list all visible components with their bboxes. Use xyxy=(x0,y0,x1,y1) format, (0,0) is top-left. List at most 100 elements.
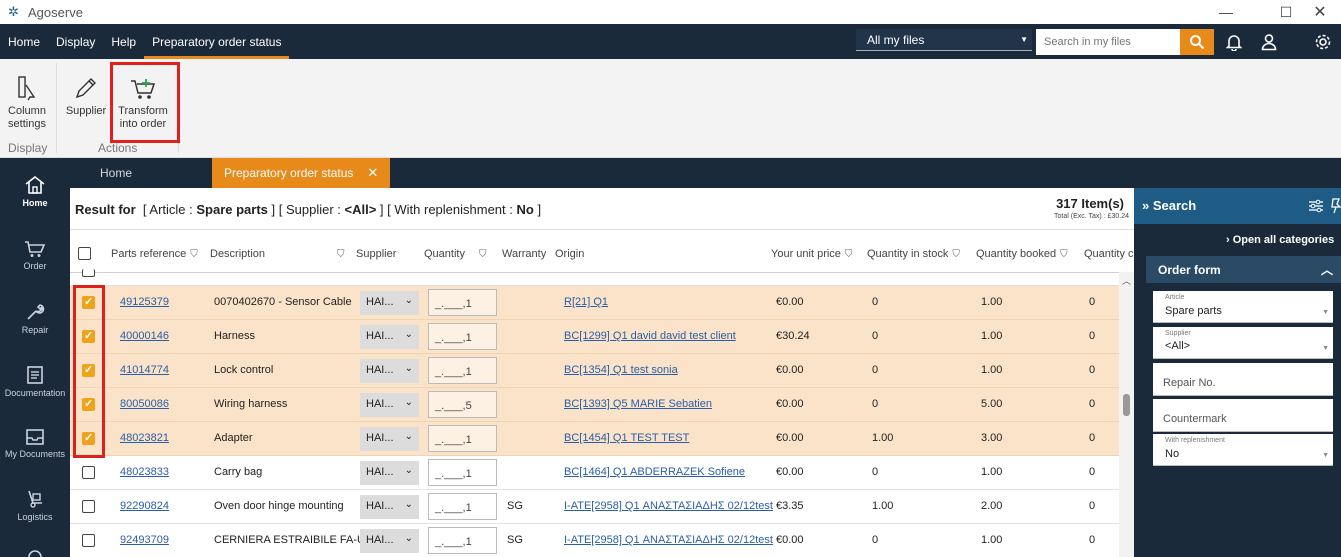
menu-help[interactable]: Help xyxy=(103,24,144,59)
order-form-section[interactable]: Order form ︿ xyxy=(1146,256,1341,283)
menu-home[interactable]: Home xyxy=(0,24,48,59)
search-button[interactable] xyxy=(1180,29,1214,55)
filter-icon[interactable]: ⛉ xyxy=(337,249,345,260)
table-row[interactable]: 80050086 Wiring harness HAI... ⌄ _.___,5 BC[1… xyxy=(70,388,1120,422)
col-qty-stock[interactable]: Quantity in stock ⛉ xyxy=(867,248,960,260)
parts-reference-link[interactable]: 40000146 xyxy=(120,330,169,342)
nav-my-documents[interactable]: My Documents xyxy=(0,428,70,459)
origin-link[interactable]: BC[1299] Q1 david david test client xyxy=(564,330,736,342)
nav-documentation[interactable]: Documentation xyxy=(0,365,70,398)
supplier-select[interactable]: HAI... ⌄ xyxy=(360,291,419,315)
col-supplier[interactable]: Supplier xyxy=(356,248,396,260)
filter-icon[interactable]: ⛉ xyxy=(190,249,198,260)
origin-link[interactable]: BC[1454] Q1 TEST TEST xyxy=(564,432,689,444)
quantity-input[interactable]: _.___,1 xyxy=(428,527,497,554)
minimize-icon[interactable]: — xyxy=(1203,0,1249,24)
origin-link[interactable]: I-ATE[2958] Q1 ΑΝΑΣΤΑΣΙΑΔΗΣ 02/12test xyxy=(564,534,773,546)
nav-logistics[interactable]: Logistics xyxy=(0,489,70,522)
tab-home[interactable]: Home xyxy=(100,158,132,188)
origin-link[interactable]: BC[1393] Q5 MARIE Sebatien xyxy=(564,398,712,410)
row-checkbox[interactable] xyxy=(82,500,95,513)
col-origin[interactable]: Origin xyxy=(555,248,584,260)
table-row[interactable]: 92493709 CERNIERA ESTRAIBILE FA-UA HAI... ⌄… xyxy=(70,524,1120,557)
parts-reference-link[interactable]: 41014774 xyxy=(120,364,169,376)
supplier-button[interactable]: Supplier xyxy=(63,75,109,118)
origin-link[interactable]: BC[1464] Q1 ABDERRAZEK Sofiene xyxy=(564,466,745,478)
pin-icon[interactable] xyxy=(1329,198,1341,214)
parts-reference-link[interactable]: 92290824 xyxy=(120,500,169,512)
close-tab-icon[interactable]: ✕ xyxy=(367,165,378,181)
supplier-select[interactable]: HAI... ⌄ xyxy=(360,495,419,519)
bell-icon[interactable] xyxy=(1224,32,1244,52)
nav-repair[interactable]: Repair xyxy=(0,302,70,335)
filter-icon[interactable]: ⛉ xyxy=(845,249,853,260)
origin-link[interactable]: I-ATE[2958] Q1 ΑΝΑΣΤΑΣΙΑΔΗΣ 02/12test xyxy=(564,500,773,512)
table-row[interactable]: 48023821 Adapter HAI... ⌄ _.___,1 BC[1454] Q1… xyxy=(70,422,1120,456)
col-unit-price[interactable]: Your unit price ⛉ xyxy=(771,248,852,260)
supplier-select[interactable]: HAI... ⌄ xyxy=(360,427,419,451)
parts-reference-link[interactable]: 80050086 xyxy=(120,398,169,410)
tab-preparatory-order-status[interactable]: Preparatory order status ✕ xyxy=(212,158,391,188)
table-row[interactable]: 92290824 Oven door hinge mounting HAI... ⌄ _… xyxy=(70,490,1120,524)
file-scope-select[interactable]: All my files ▼ xyxy=(856,29,1032,51)
supplier-select[interactable]: HAI... ⌄ xyxy=(360,393,419,417)
highlight-box-transform xyxy=(110,62,180,143)
quantity-input[interactable]: _.___,1 xyxy=(428,425,497,452)
article-field[interactable]: Article Spare parts ▼ xyxy=(1153,291,1333,323)
supplier-select[interactable]: HAI... ⌄ xyxy=(360,461,419,485)
table-row[interactable]: 40000146 Harness HAI... ⌄ _.___,1 BC[1299] Q1… xyxy=(70,320,1120,354)
nav-more-icon[interactable] xyxy=(0,548,70,557)
col-qty-c[interactable]: Quantity c xyxy=(1084,248,1134,260)
col-parts-reference[interactable]: Parts reference ⛉ xyxy=(111,248,198,260)
quantity-input[interactable]: _.___,1 xyxy=(428,357,497,384)
col-description[interactable]: Description ⛉ xyxy=(210,248,345,260)
nav-order[interactable]: Order xyxy=(0,240,70,271)
parts-reference-link[interactable]: 49125379 xyxy=(120,296,169,308)
gear-icon[interactable] xyxy=(1313,32,1333,52)
quantity-input[interactable]: _.___,1 xyxy=(428,323,497,350)
supplier-select[interactable]: HAI... ⌄ xyxy=(360,359,419,383)
supplier-select[interactable]: HAI... ⌄ xyxy=(360,529,419,553)
search-input[interactable] xyxy=(1036,29,1180,55)
filter-icon[interactable]: ⛉ xyxy=(479,249,487,260)
row-checkbox[interactable] xyxy=(82,466,95,479)
countermark-field[interactable]: Countermark xyxy=(1153,399,1333,432)
menu-display[interactable]: Display xyxy=(48,24,103,59)
table-row[interactable]: 41014774 Lock control HAI... ⌄ _.___,1 BC[135… xyxy=(70,354,1120,388)
open-all-categories[interactable]: › Open all categories xyxy=(1226,234,1334,246)
table-row[interactable]: 49125379 0070402670 - Sensor Cable HAI... ⌄… xyxy=(70,286,1120,320)
quantity-input[interactable]: _.___,1 xyxy=(428,493,497,520)
select-all-checkbox[interactable] xyxy=(78,247,91,260)
col-quantity[interactable]: Quantity ⛉ xyxy=(424,248,486,260)
close-window-icon[interactable]: ✕ xyxy=(1297,0,1341,24)
sliders-icon[interactable] xyxy=(1308,198,1324,214)
parts-reference-link[interactable]: 48023821 xyxy=(120,432,169,444)
supplier-field[interactable]: Supplier <All> ▼ xyxy=(1153,327,1333,359)
filter-icon[interactable]: ⛉ xyxy=(1060,249,1068,260)
quantity-input[interactable]: _.___,5 xyxy=(428,391,497,418)
parts-reference-link[interactable]: 48023833 xyxy=(120,466,169,478)
scroll-thumb[interactable] xyxy=(1123,394,1130,416)
scroll-up-icon[interactable]: ︿ xyxy=(1122,274,1131,287)
col-qty-booked[interactable]: Quantity booked ⛉ xyxy=(976,248,1068,260)
replenishment-field[interactable]: With replenishment No ▼ xyxy=(1153,434,1333,466)
quantity-input[interactable]: _.___,1 xyxy=(428,459,497,486)
filter-icon[interactable]: ⛉ xyxy=(952,249,960,260)
nav-home[interactable]: Home xyxy=(0,175,70,208)
vertical-scrollbar[interactable]: ︿ xyxy=(1119,272,1134,557)
table-row[interactable]: 48023833 Carry bag HAI... ⌄ _.___,1 BC[1464] … xyxy=(70,456,1120,490)
column-settings-button[interactable]: Column settings xyxy=(4,75,50,131)
menu-preparatory-order-status[interactable]: Preparatory order status xyxy=(144,24,290,59)
quantity-input[interactable]: _.___,1 xyxy=(428,289,497,316)
row-checkbox[interactable] xyxy=(82,269,95,277)
origin-link[interactable]: R[21] Q1 xyxy=(564,296,608,308)
parts-reference-link[interactable]: 92493709 xyxy=(120,534,169,546)
repair-no-field[interactable]: Repair No. xyxy=(1153,363,1333,396)
row-checkbox[interactable] xyxy=(82,534,95,547)
user-icon[interactable] xyxy=(1259,32,1279,52)
col-warranty[interactable]: Warranty xyxy=(502,248,546,260)
origin-link[interactable]: BC[1354] Q1 test sonia xyxy=(564,364,678,376)
supplier-select[interactable]: HAI... ⌄ xyxy=(360,325,419,349)
search-panel-title-wrap[interactable]: » Search xyxy=(1142,198,1196,213)
ribbon: Column settings Supplier Transform into … xyxy=(0,59,1341,158)
